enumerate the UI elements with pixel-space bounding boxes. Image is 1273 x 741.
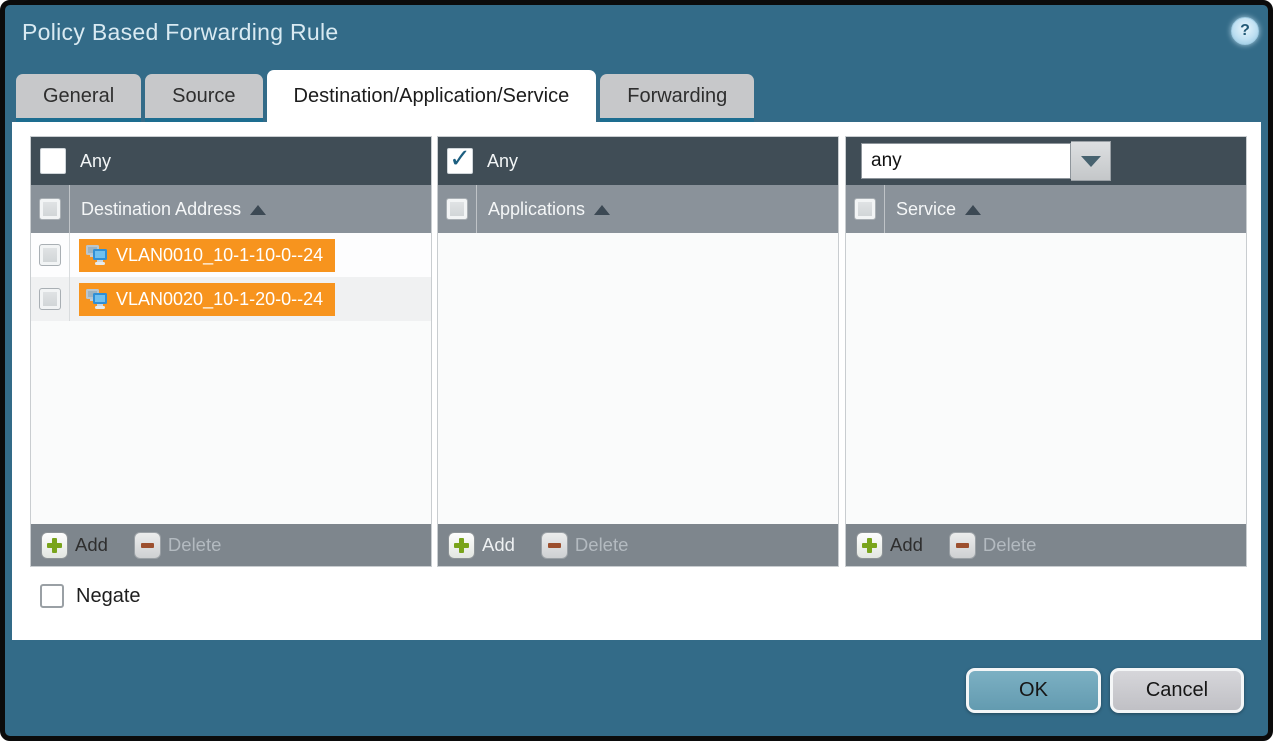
tab-general[interactable]: General	[16, 74, 141, 122]
tab-content-panel: Any Destination Address	[12, 122, 1261, 640]
add-icon	[856, 532, 883, 559]
row-checkbox[interactable]	[39, 288, 61, 310]
applications-list	[438, 233, 838, 524]
applications-any-checkbox[interactable]: ✓	[447, 148, 473, 174]
destination-address-value: VLAN0020_10-1-20-0--24	[116, 289, 323, 310]
service-select-all-checkbox[interactable]	[854, 198, 876, 220]
destination-any-checkbox[interactable]	[40, 148, 66, 174]
negate-checkbox[interactable]	[40, 584, 64, 608]
delete-button[interactable]: Delete	[949, 532, 1036, 559]
cancel-button[interactable]: Cancel	[1110, 668, 1244, 713]
service-dropdown-value: any	[861, 143, 1071, 179]
add-label: Add	[890, 534, 923, 556]
service-column: any Service Add	[845, 136, 1247, 567]
applications-header-label: Applications	[488, 199, 585, 220]
applications-select-all-checkbox[interactable]	[446, 198, 468, 220]
applications-actions: Add Delete	[438, 524, 838, 566]
destination-any-bar: Any	[31, 137, 431, 185]
service-dropdown[interactable]: any	[861, 141, 1111, 181]
negate-row: Negate	[40, 584, 141, 608]
sort-ascending-icon[interactable]	[965, 205, 981, 215]
destination-header-label: Destination Address	[81, 199, 241, 220]
chevron-down-icon[interactable]	[1071, 141, 1111, 181]
table-row: VLAN0020_10-1-20-0--24	[31, 277, 431, 321]
add-label: Add	[75, 534, 108, 556]
tab-destination-application-service[interactable]: Destination/Application/Service	[267, 70, 597, 122]
delete-icon	[541, 532, 568, 559]
dialog-title: Policy Based Forwarding Rule	[22, 19, 339, 46]
add-label: Add	[482, 534, 515, 556]
ok-button[interactable]: OK	[966, 668, 1101, 713]
delete-label: Delete	[983, 534, 1036, 556]
help-icon[interactable]: ?	[1231, 17, 1259, 45]
delete-label: Delete	[168, 534, 221, 556]
applications-any-label: Any	[487, 151, 518, 172]
add-button[interactable]: Add	[856, 532, 923, 559]
destination-any-label: Any	[80, 151, 111, 172]
applications-column-header: Applications	[438, 185, 838, 233]
add-icon	[41, 532, 68, 559]
tab-forwarding[interactable]: Forwarding	[600, 74, 754, 122]
destination-select-all-checkbox[interactable]	[39, 198, 61, 220]
add-button[interactable]: Add	[41, 532, 108, 559]
delete-icon	[134, 532, 161, 559]
service-column-header: Service	[846, 185, 1246, 233]
negate-label: Negate	[76, 585, 141, 608]
service-actions: Add Delete	[846, 524, 1246, 566]
tab-source[interactable]: Source	[145, 74, 262, 122]
delete-button[interactable]: Delete	[541, 532, 628, 559]
add-button[interactable]: Add	[448, 532, 515, 559]
delete-icon	[949, 532, 976, 559]
checkmark-icon: ✓	[449, 145, 471, 171]
sort-ascending-icon[interactable]	[250, 205, 266, 215]
destination-list: VLAN0010_10-1-10-0--24	[31, 233, 431, 524]
network-address-icon	[85, 245, 109, 266]
service-header-label: Service	[896, 199, 956, 220]
network-address-icon	[85, 289, 109, 310]
service-list	[846, 233, 1246, 524]
destination-address-chip[interactable]: VLAN0010_10-1-10-0--24	[79, 239, 335, 272]
policy-based-forwarding-dialog: Policy Based Forwarding Rule ? General S…	[0, 0, 1273, 741]
tab-bar: General Source Destination/Application/S…	[16, 70, 754, 122]
service-mode-bar: any	[846, 137, 1246, 185]
destination-actions: Add Delete	[31, 524, 431, 566]
destination-address-column: Any Destination Address	[30, 136, 432, 567]
sort-ascending-icon[interactable]	[594, 205, 610, 215]
destination-address-chip[interactable]: VLAN0020_10-1-20-0--24	[79, 283, 335, 316]
add-icon	[448, 532, 475, 559]
row-checkbox[interactable]	[39, 244, 61, 266]
applications-column: ✓ Any Applications Add	[437, 136, 839, 567]
destination-column-header: Destination Address	[31, 185, 431, 233]
delete-label: Delete	[575, 534, 628, 556]
table-row: VLAN0010_10-1-10-0--24	[31, 233, 431, 277]
applications-any-bar: ✓ Any	[438, 137, 838, 185]
delete-button[interactable]: Delete	[134, 532, 221, 559]
destination-address-value: VLAN0010_10-1-10-0--24	[116, 245, 323, 266]
help-glyph: ?	[1240, 22, 1250, 40]
